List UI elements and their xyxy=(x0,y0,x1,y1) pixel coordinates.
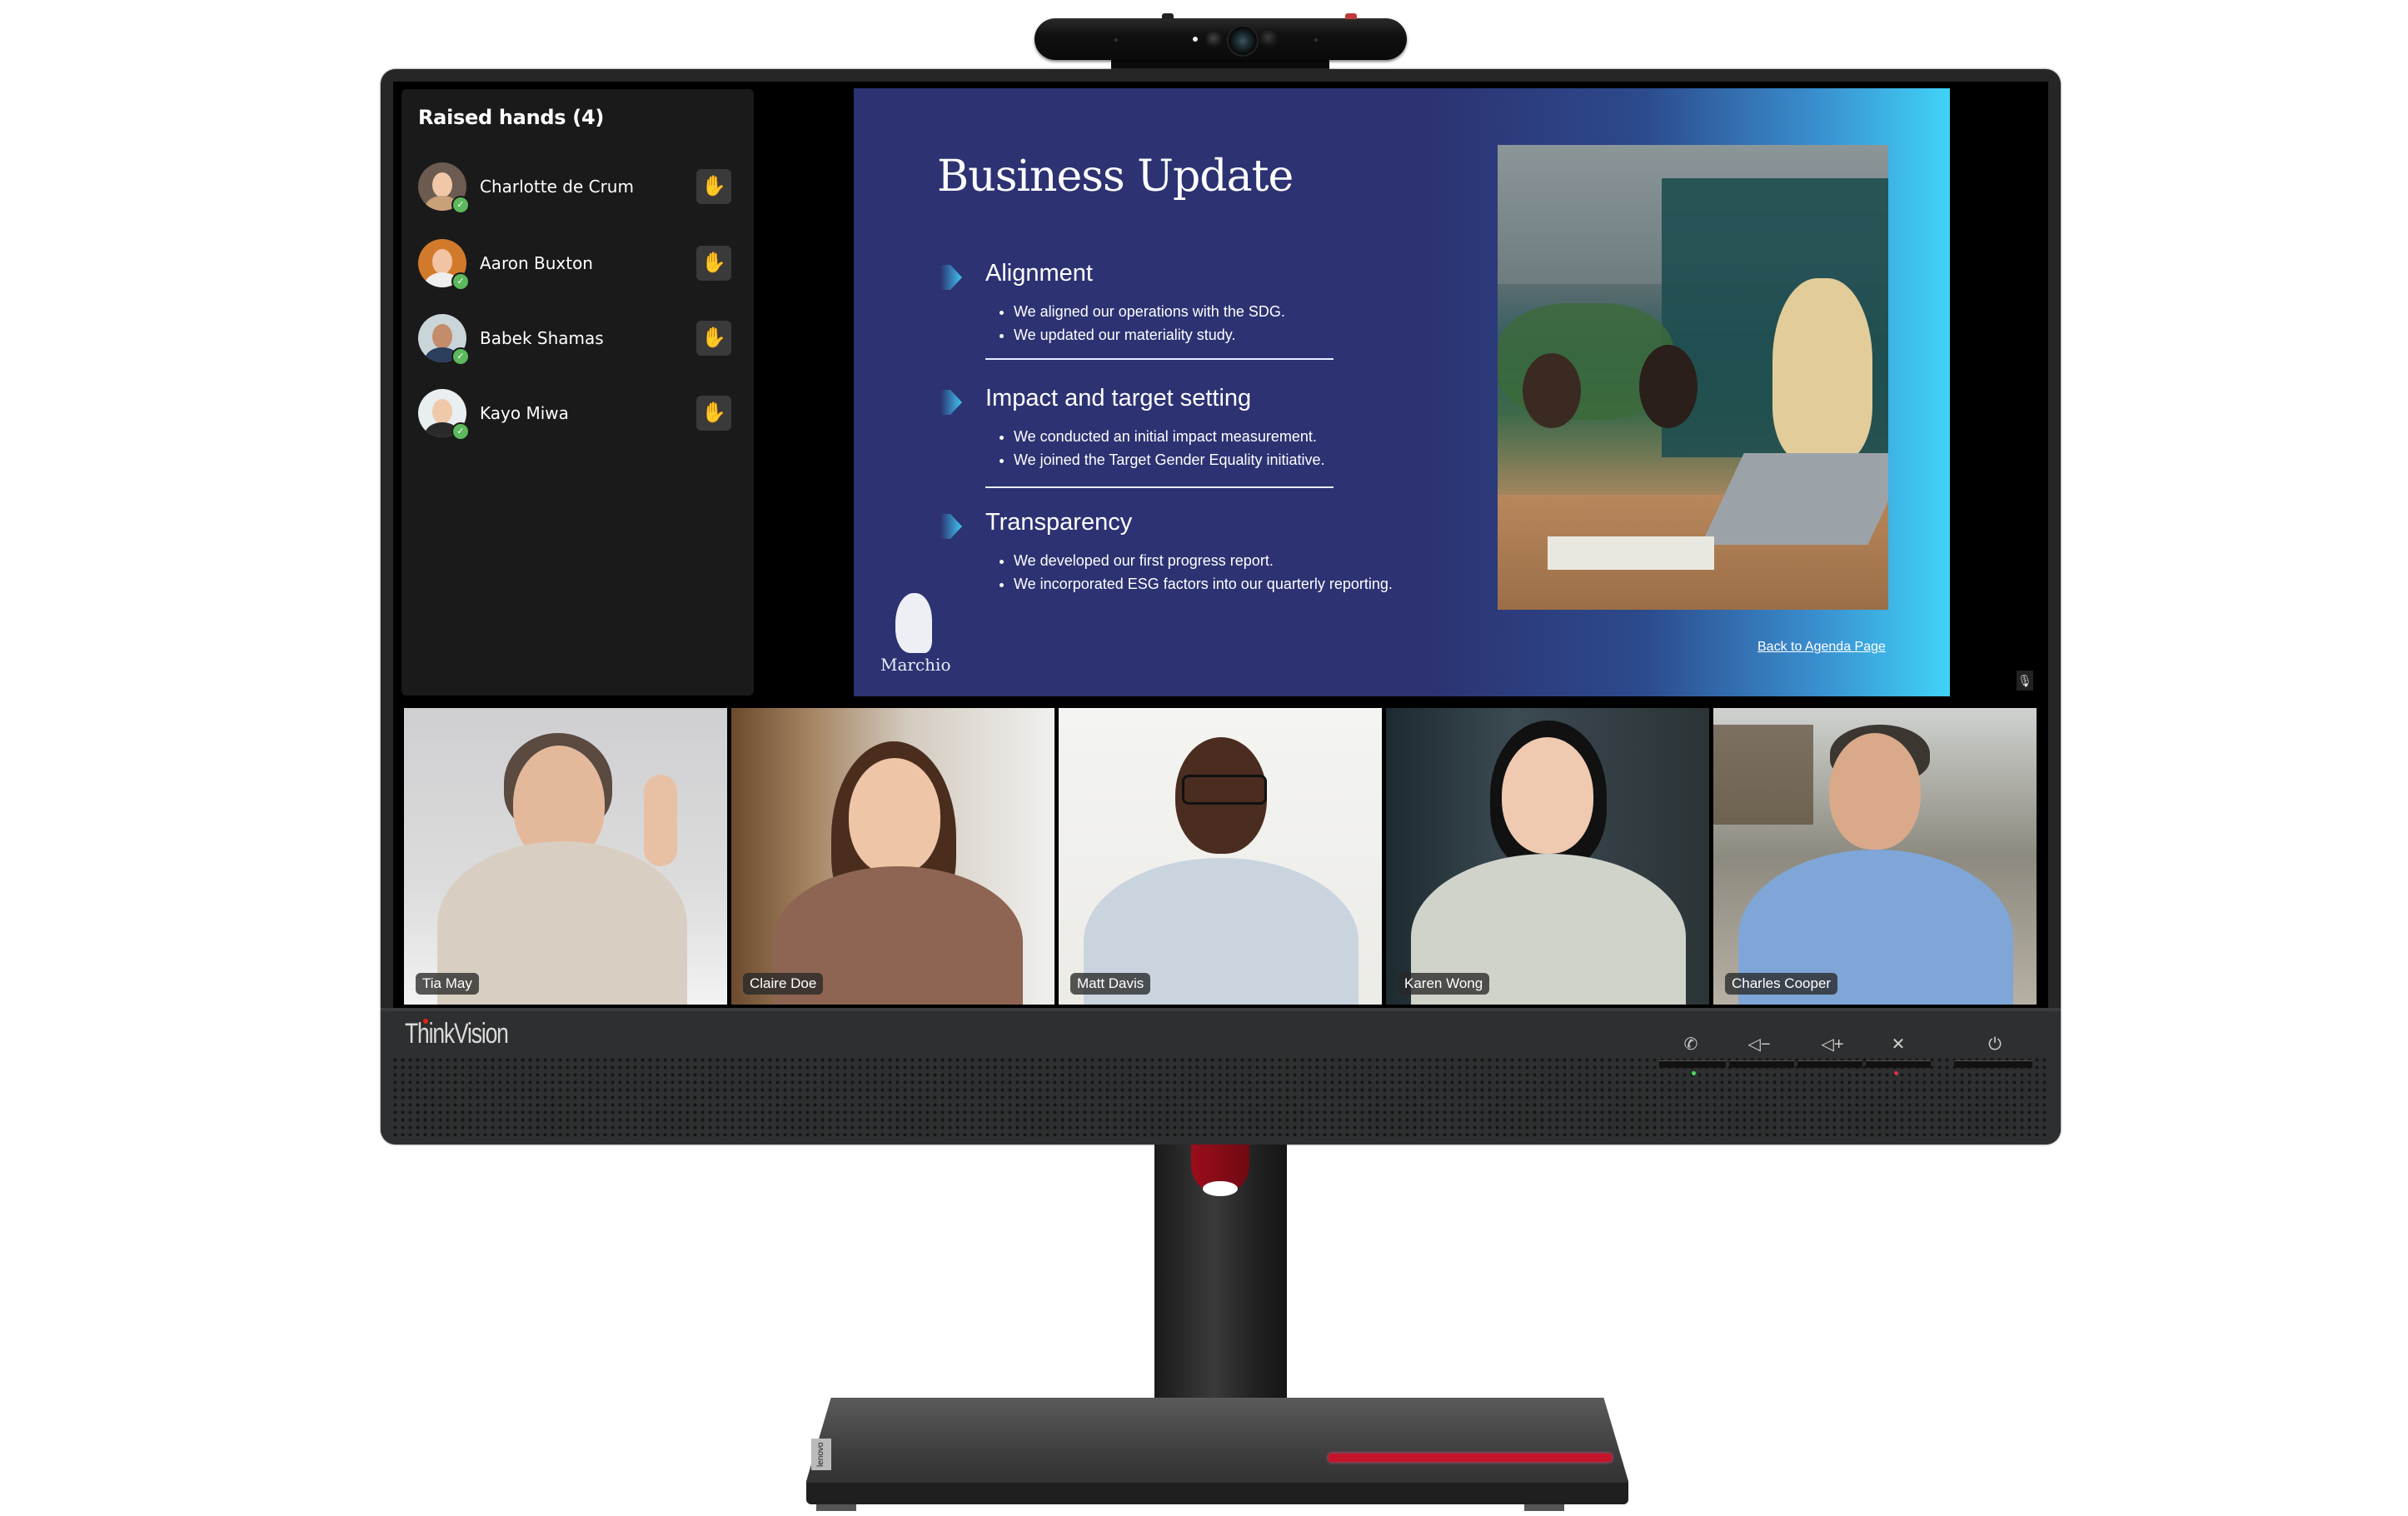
bullet-list: We aligned our operations with the SDG. … xyxy=(985,300,1285,347)
volume-up-icon[interactable]: ◁+ xyxy=(1816,1033,1849,1056)
participant-name: Kayo Miwa xyxy=(480,403,569,423)
available-status-icon: ✓ xyxy=(451,272,470,291)
participant-name-label: Charles Cooper xyxy=(1725,973,1838,995)
webcam xyxy=(1034,13,1407,60)
section-heading: Impact and target setting xyxy=(985,385,1252,411)
bullet-item: We developed our first progress report. xyxy=(1014,549,1393,572)
video-tile[interactable]: Matt Davis xyxy=(1059,708,1382,1005)
section-divider xyxy=(985,486,1334,488)
call-button[interactable] xyxy=(1659,1060,1726,1068)
slide-title: Business Update xyxy=(937,152,1294,202)
section-divider xyxy=(985,358,1334,360)
webcam-mic-icon xyxy=(1114,38,1118,42)
bullet-item: We updated our materiality study. xyxy=(1014,323,1285,347)
stand-foot xyxy=(1524,1504,1564,1511)
section-heading: Transparency xyxy=(985,509,1133,536)
power-icon[interactable]: ⏻ xyxy=(1982,1033,2008,1056)
webcam-red-button[interactable] xyxy=(1345,13,1357,19)
chevron-right-icon xyxy=(940,514,962,539)
bullet-item: We conducted an initial impact measureme… xyxy=(1014,425,1325,448)
raised-hand-item[interactable]: ✓ Aaron Buxton ✋ xyxy=(418,239,739,291)
stand-foot xyxy=(816,1504,856,1511)
bullet-item: We aligned our operations with the SDG. xyxy=(1014,300,1285,323)
video-tile[interactable]: Karen Wong xyxy=(1386,708,1709,1005)
raised-hand-item[interactable]: ✓ Kayo Miwa ✋ xyxy=(418,389,739,441)
participant-name: Charlotte de Crum xyxy=(480,177,634,197)
call-button-icon[interactable]: ✆ xyxy=(1678,1033,1704,1056)
raised-hand-icon[interactable]: ✋ xyxy=(696,321,731,356)
available-status-icon: ✓ xyxy=(451,347,470,366)
raised-hand-icon[interactable]: ✋ xyxy=(696,396,731,431)
ir-sensor-icon xyxy=(1259,28,1279,48)
participant-name-label: Claire Doe xyxy=(743,973,824,995)
raised-hand-icon[interactable]: ✋ xyxy=(696,246,731,281)
chevron-right-icon xyxy=(940,390,962,415)
raised-hands-panel: Raised hands (4) ✓ Charlotte de Crum ✋ ✓… xyxy=(401,89,754,696)
participant-name: Aaron Buxton xyxy=(480,253,593,273)
raised-hand-item[interactable]: ✓ Charlotte de Crum ✋ xyxy=(418,162,739,214)
camera-lens-icon xyxy=(1227,25,1259,57)
raised-hand-icon[interactable]: ✋ xyxy=(696,169,731,204)
silhouette-logo-icon xyxy=(895,593,932,653)
back-to-agenda-link[interactable]: Back to Agenda Page xyxy=(1757,640,1886,655)
privacy-shutter-button[interactable] xyxy=(1162,13,1174,19)
chin-edge xyxy=(381,1008,2061,1011)
webcam-mic-icon xyxy=(1314,38,1318,42)
cable-hole xyxy=(1203,1181,1238,1196)
available-status-icon: ✓ xyxy=(451,422,470,441)
call-status-led xyxy=(1692,1071,1696,1075)
bullet-item: We joined the Target Gender Equality ini… xyxy=(1014,448,1325,471)
lenovo-badge: lenovo xyxy=(811,1439,831,1470)
mic-off-icon[interactable]: 🎙 xyxy=(2017,671,2033,691)
stand-base-edge xyxy=(806,1483,1628,1504)
thinkvision-logo: ThinkVision xyxy=(405,1018,509,1050)
available-status-icon: ✓ xyxy=(451,196,470,214)
slide-photo-meeting xyxy=(1498,145,1888,610)
participant-name-label: Tia May xyxy=(416,973,479,995)
video-tile[interactable]: Claire Doe xyxy=(731,708,1054,1005)
logo-text: Marchio xyxy=(880,655,951,675)
base-red-accent xyxy=(1329,1454,1612,1462)
video-tile[interactable]: Tia May xyxy=(404,708,727,1005)
webcam-status-led xyxy=(1193,37,1198,42)
video-tile[interactable]: Charles Cooper xyxy=(1713,708,2037,1005)
stand-base xyxy=(806,1398,1628,1496)
volume-up-button[interactable] xyxy=(1797,1060,1862,1068)
bullet-list: We conducted an initial impact measureme… xyxy=(985,425,1325,471)
marchio-logo: Marchio xyxy=(880,593,951,685)
participant-name-label: Matt Davis xyxy=(1070,973,1151,995)
raised-hand-item[interactable]: ✓ Babek Shamas ✋ xyxy=(418,314,739,366)
ir-sensor-icon xyxy=(1205,30,1224,48)
raised-hands-title: Raised hands (4) xyxy=(418,106,605,129)
section-heading: Alignment xyxy=(985,260,1093,287)
shared-presentation-slide: Business Update Alignment We aligned our… xyxy=(854,88,1950,696)
mic-mute-icon[interactable]: ✕ xyxy=(1885,1033,1912,1056)
volume-down-icon[interactable]: ◁− xyxy=(1742,1033,1776,1056)
mic-mute-button[interactable] xyxy=(1866,1060,1931,1068)
chevron-right-icon xyxy=(940,265,962,290)
bullet-item: We incorporated ESG factors into our qua… xyxy=(1014,572,1393,596)
volume-down-button[interactable] xyxy=(1729,1060,1794,1068)
thinkvision-red-dot xyxy=(423,1019,428,1024)
participant-name-label: Karen Wong xyxy=(1398,973,1490,995)
participant-name: Babek Shamas xyxy=(480,328,604,348)
power-button[interactable] xyxy=(1954,1060,2032,1068)
speaker-grille xyxy=(391,1056,2049,1136)
bullet-list: We developed our first progress report. … xyxy=(985,549,1393,596)
mute-status-led xyxy=(1894,1071,1898,1075)
